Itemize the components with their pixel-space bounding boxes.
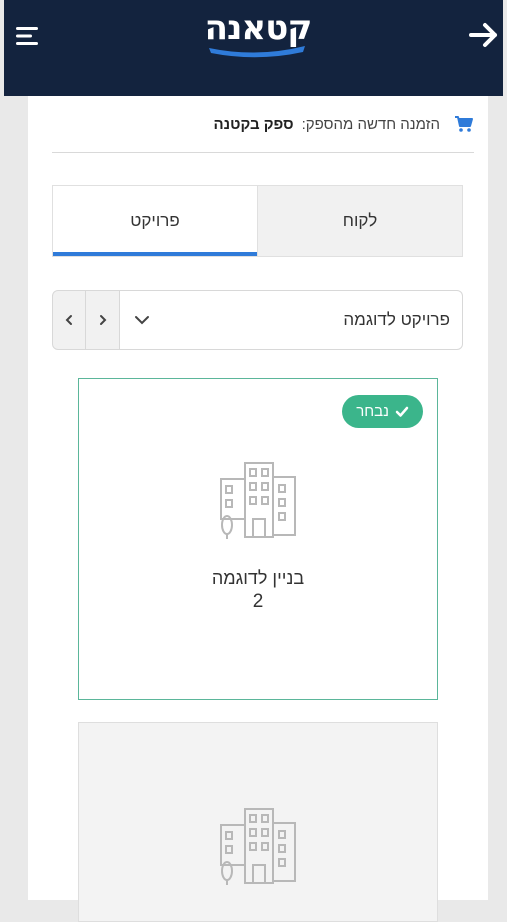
supplier-name: ספק בקטנה [213, 115, 294, 133]
tab-project[interactable]: פרויקט [53, 186, 257, 256]
building-card[interactable] [78, 722, 438, 922]
building-icon [220, 462, 296, 539]
logo-swoosh [209, 46, 305, 58]
tab-customer[interactable]: לקוח [257, 186, 462, 256]
prev-project-button[interactable] [52, 290, 86, 350]
building-title: בניין לדוגמה [211, 568, 305, 588]
selected-badge: נבחר [342, 395, 423, 428]
order-label: הזמנה חדשה מהספק: [301, 115, 440, 133]
selected-badge-label: נבחר [356, 403, 389, 420]
project-selector-row: פרויקט לדוגמה [52, 290, 463, 350]
chevron-down-icon [135, 316, 149, 325]
tab-bar: לקוח פרויקט [52, 185, 463, 257]
project-dropdown[interactable]: פרויקט לדוגמה [120, 290, 463, 350]
main-panel: הזמנה חדשה מהספק: ספק בקטנה לקוח פרויקט … [28, 96, 488, 922]
left-edge [0, 0, 4, 100]
chevron-right-icon [99, 315, 106, 325]
building-card-selected[interactable]: נבחר בניין לדוגמה 2 [78, 378, 438, 700]
building-number: 2 [252, 591, 264, 612]
logo-text: קטאנה [204, 8, 313, 48]
app-logo: קטאנה [203, 8, 313, 62]
top-header: קטאנה [0, 0, 507, 100]
order-header: הזמנה חדשה מהספק: ספק בקטנה [52, 96, 474, 153]
building-icon [220, 808, 296, 885]
hamburger-menu-icon [16, 27, 38, 45]
checkmark-icon [395, 406, 409, 417]
shopping-cart-icon [455, 116, 473, 132]
project-dropdown-value: פרויקט לדוגמה [343, 310, 450, 329]
next-project-button[interactable] [86, 290, 120, 350]
hamburger-menu-button[interactable] [14, 22, 42, 50]
back-button[interactable] [467, 18, 501, 52]
chevron-left-icon [65, 315, 72, 325]
right-edge [503, 0, 507, 100]
arrow-right-icon [469, 23, 497, 47]
